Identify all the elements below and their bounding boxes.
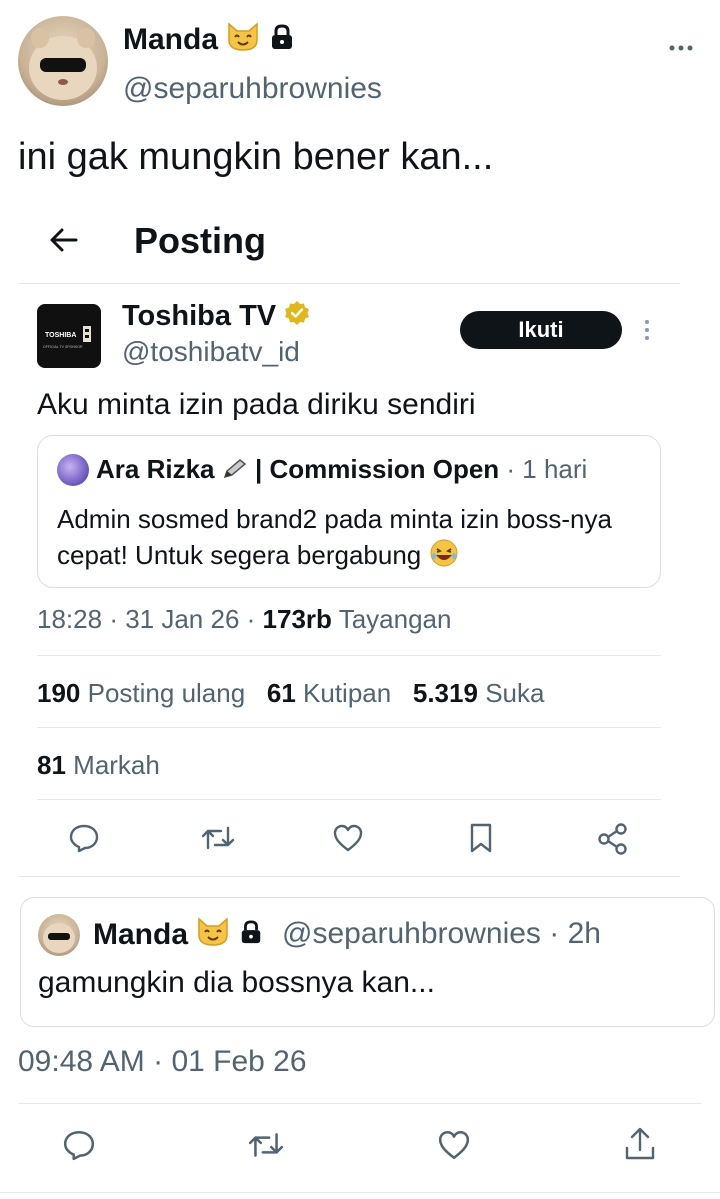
like-icon[interactable] [437, 1128, 471, 1162]
reposts-label: Posting ulang [87, 678, 246, 708]
divider [18, 1103, 702, 1104]
likes-count: 5.319 [412, 678, 478, 708]
cat-emoji-icon [196, 917, 230, 955]
reposts-count: 190 [37, 678, 81, 708]
author-avatar[interactable] [18, 16, 108, 106]
quoted-time: · 1 hari [506, 454, 588, 484]
reply-handle-time: @separuhbrownies · 2h [282, 917, 601, 951]
page-title: Posting [134, 220, 266, 261]
quoted-text-body: Admin sosmed brand2 pada minta izin boss… [57, 504, 612, 570]
engagement-stats: 190 Posting ulang 61 Kutipan 5.319 Suka [37, 678, 544, 709]
reply-time: · 2h [549, 917, 601, 950]
post-text: Aku minta izin pada diriku sendiri [37, 388, 476, 421]
repost-icon[interactable] [200, 822, 236, 854]
outer-post-date: 01 Feb 26 [171, 1045, 307, 1078]
likes-stat[interactable]: 5.319 Suka [413, 678, 545, 708]
quoted-text: Admin sosmed brand2 pada minta izin boss… [57, 501, 647, 577]
post-meta: 18:28 · 31 Jan 26 · 173rb Tayangan [37, 604, 452, 634]
reposts-stat[interactable]: 190 Posting ulang [37, 678, 245, 708]
quoted-header: Ara Rizka | Commission Open · 1 hari [96, 454, 587, 487]
pencil-emoji-icon [222, 456, 248, 487]
toshiba-name[interactable]: Toshiba TV [122, 300, 310, 334]
reply-author-name[interactable]: Manda [93, 917, 263, 955]
author-name[interactable]: Manda [123, 22, 295, 60]
cat-emoji-icon [226, 22, 260, 60]
repost-icon[interactable] [247, 1128, 285, 1162]
divider [0, 1192, 720, 1193]
bookmarks-label: Markah [73, 750, 160, 780]
toshiba-logo-text: TOSHIBA [45, 332, 76, 339]
reply-text: gamungkin dia bossnya kan... [38, 966, 435, 999]
quoted-avatar [57, 454, 89, 486]
author-name-text[interactable]: Manda [123, 23, 218, 56]
toshiba-name-text[interactable]: Toshiba TV [122, 300, 276, 332]
share-icon[interactable] [596, 822, 630, 856]
reply-avatar[interactable] [38, 914, 80, 956]
post-date: 31 Jan 26 [125, 604, 240, 634]
views-count: 173rb [262, 604, 332, 634]
quotes-label: Kutipan [303, 678, 392, 708]
reply-author-handle[interactable]: @separuhbrownies [282, 917, 541, 950]
views-label: Tayangan [338, 604, 452, 634]
laughing-emoji-icon [429, 538, 459, 577]
follow-button[interactable]: Ikuti [460, 311, 622, 349]
toshiba-handle[interactable]: @toshibatv_id [122, 336, 300, 368]
post-text: ini gak mungkin bener kan... [18, 136, 494, 178]
more-icon[interactable] [643, 318, 651, 342]
reply-icon[interactable] [62, 1128, 96, 1162]
likes-label: Suka [485, 678, 545, 708]
quotes-stat[interactable]: 61 Kutipan [267, 678, 391, 708]
verified-badge-icon [284, 300, 310, 334]
divider [37, 655, 661, 656]
toshiba-avatar[interactable]: TOSHIBA OFFICIAL TV SPONSOR [37, 304, 101, 368]
quotes-count: 61 [266, 678, 296, 708]
share-icon[interactable] [623, 1126, 657, 1162]
post-time: 18:28 [37, 604, 103, 634]
bookmarks-count: 81 [37, 750, 66, 780]
outer-post-meta: 09:48 AM · 01 Feb 26 [18, 1045, 307, 1078]
divider [18, 283, 680, 284]
reply-author-name-text[interactable]: Manda [93, 918, 188, 951]
quoted-author-suffix: | Commission Open [254, 454, 500, 484]
lock-icon [239, 919, 263, 953]
more-icon[interactable] [668, 28, 694, 59]
divider [37, 727, 661, 728]
toshiba-logo-subtext: OFFICIAL TV SPONSOR [43, 345, 83, 349]
author-handle[interactable]: @separuhbrownies [123, 72, 382, 106]
bookmarks-stat[interactable]: 81 Markah [37, 750, 160, 781]
divider [37, 799, 661, 800]
lock-icon [269, 23, 295, 59]
bookmark-icon[interactable] [467, 822, 495, 854]
outer-post-time: 09:48 AM [18, 1045, 145, 1078]
like-icon[interactable] [332, 822, 364, 854]
reply-icon[interactable] [68, 822, 100, 854]
quoted-author: Ara Rizka [96, 454, 215, 484]
divider [18, 876, 680, 877]
back-arrow-icon[interactable] [46, 222, 82, 258]
